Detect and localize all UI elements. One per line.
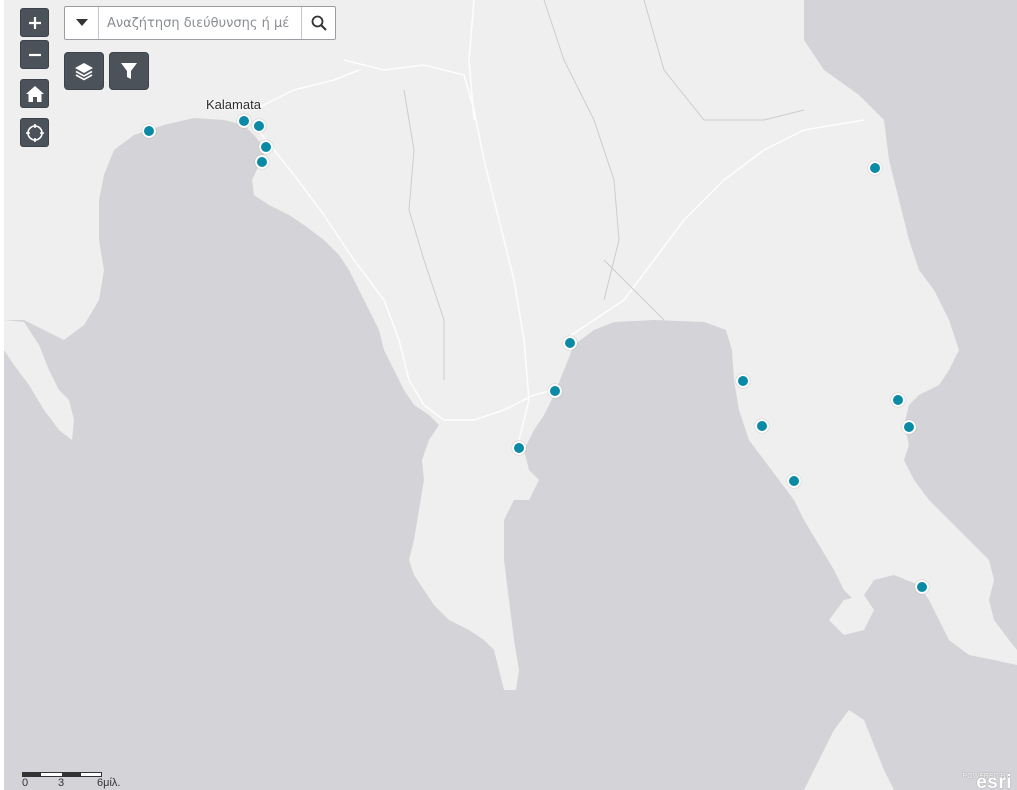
map-marker[interactable] [255, 155, 269, 169]
scale-label-6: 6μίλ. [97, 777, 121, 789]
map-marker[interactable] [548, 384, 562, 398]
zoom-in-button[interactable] [20, 8, 49, 37]
scale-label-3: 3 [58, 777, 65, 789]
map-marker[interactable] [755, 419, 769, 433]
search-icon [311, 15, 327, 31]
map-marker[interactable] [259, 140, 273, 154]
city-label: Kalamata [206, 97, 261, 112]
map-marker[interactable] [237, 114, 251, 128]
home-icon [25, 85, 44, 102]
filter-button[interactable] [109, 52, 149, 90]
locate-button[interactable] [20, 118, 49, 147]
esri-logo-text: esri [976, 772, 1012, 790]
locate-icon [25, 123, 44, 142]
map-marker[interactable] [915, 580, 929, 594]
caret-down-icon [75, 19, 88, 26]
map-marker[interactable] [868, 161, 882, 175]
filter-icon [121, 63, 137, 79]
search-widget [64, 6, 336, 40]
map-view[interactable]: Kalamata 0 3 6μίλ. POWERED BY esri [4, 0, 1017, 790]
map-marker[interactable] [252, 119, 266, 133]
map-marker[interactable] [563, 336, 577, 350]
map-marker[interactable] [142, 124, 156, 138]
scale-segment [23, 773, 41, 776]
layers-icon [75, 63, 93, 81]
map-marker[interactable] [512, 441, 526, 455]
scale-segment [62, 773, 81, 776]
scale-bar: 0 3 6μίλ. [22, 771, 132, 790]
esri-attribution[interactable]: POWERED BY esri [956, 772, 1016, 790]
search-source-dropdown[interactable] [65, 7, 99, 39]
minus-icon [28, 53, 41, 56]
search-button[interactable] [301, 7, 335, 39]
map-marker[interactable] [902, 420, 916, 434]
zoom-out-button[interactable] [20, 40, 49, 69]
plus-icon [28, 16, 41, 29]
map-marker[interactable] [736, 374, 750, 388]
map-marker[interactable] [891, 393, 905, 407]
basemap [4, 0, 1017, 790]
layers-button[interactable] [64, 52, 104, 90]
map-marker[interactable] [787, 474, 801, 488]
home-button[interactable] [20, 79, 49, 108]
scale-label-0: 0 [22, 777, 29, 789]
search-input[interactable] [99, 7, 301, 39]
